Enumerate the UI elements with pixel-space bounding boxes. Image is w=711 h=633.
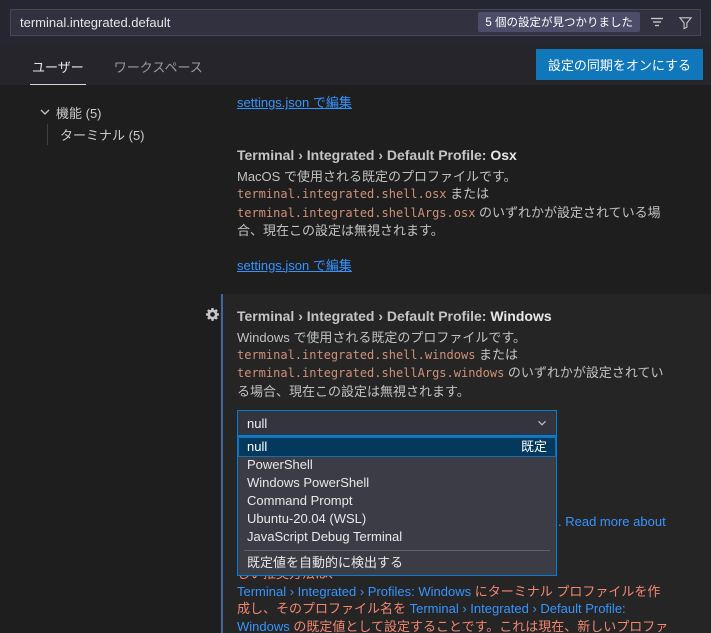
setting-value-area: null null 既定 PowerShell Windows PowerShe… bbox=[237, 410, 693, 633]
results-count-badge: 5 個の設定が見つかりました bbox=[478, 12, 640, 32]
desc-text: Windows で使用される既定のプロファイルです。 bbox=[237, 329, 527, 345]
setting-category: Terminal › Integrated › Default Profile: bbox=[237, 147, 487, 163]
setting-category: Terminal › Integrated › Default Profile: bbox=[237, 307, 487, 324]
default-badge: 既定 bbox=[520, 439, 547, 455]
tree-indent-guide bbox=[47, 124, 48, 145]
profile-select[interactable]: null bbox=[237, 410, 557, 437]
scope-tabs: ユーザー ワークスペース bbox=[30, 44, 205, 85]
setting-default-profile-osx: Terminal › Integrated › Default Profile:… bbox=[237, 147, 693, 274]
profile-select-wrap: null null 既定 PowerShell Windows PowerShe… bbox=[237, 410, 557, 577]
desc-text: または bbox=[446, 186, 490, 202]
settings-sync-button[interactable]: 設定の同期をオンにする bbox=[535, 49, 703, 80]
option-label: null bbox=[247, 439, 268, 455]
dropdown-option-windows-powershell[interactable]: Windows PowerShell bbox=[239, 474, 555, 492]
read-more-link[interactable]: . Read more about bbox=[558, 514, 666, 529]
code-span: terminal.integrated.shell.osx bbox=[237, 187, 447, 202]
dropdown-option-powershell[interactable]: PowerShell bbox=[239, 456, 555, 474]
settings-search-bar: terminal.integrated.default 5 個の設定が見つかりま… bbox=[0, 0, 711, 44]
gear-icon[interactable] bbox=[205, 307, 220, 322]
tab-workspace[interactable]: ワークスペース bbox=[112, 57, 205, 85]
chevron-down-icon bbox=[37, 104, 53, 120]
dropdown-option-null[interactable]: null 既定 bbox=[238, 437, 556, 458]
settings-editor: { "header": { "search_value": "terminal.… bbox=[0, 0, 711, 633]
desc-text: MacOS で使用される既定のプロファイルです。 bbox=[237, 169, 517, 184]
chevron-down-icon bbox=[535, 416, 549, 430]
code-span: terminal.integrated.shellArgs.windows bbox=[237, 366, 505, 381]
toc-item-terminal[interactable]: ターミナル (5) bbox=[0, 123, 220, 145]
filter-lines-icon[interactable] bbox=[646, 12, 668, 32]
settings-list: settings.json で編集 Terminal › Integrated … bbox=[205, 85, 711, 633]
search-input[interactable]: terminal.integrated.default 5 個の設定が見つかりま… bbox=[10, 8, 701, 36]
setting-default-profile-windows: Terminal › Integrated › Default Profile:… bbox=[205, 293, 711, 633]
setting-title: Terminal › Integrated › Default Profile:… bbox=[237, 308, 693, 324]
deprecation-text: の既定値として設定することです。これは現在、新しいプロファイル設定より優先されて… bbox=[293, 619, 669, 633]
tab-user[interactable]: ユーザー bbox=[30, 57, 86, 85]
profile-dropdown: null 既定 PowerShell Windows PowerShell Co… bbox=[237, 436, 557, 577]
search-query-text[interactable]: terminal.integrated.default bbox=[20, 15, 472, 30]
setting-name: Windows bbox=[490, 307, 552, 324]
toc-item-label: 機能 (5) bbox=[56, 105, 102, 121]
setting-name: Osx bbox=[490, 147, 517, 163]
dropdown-option-auto-detect[interactable]: 既定値を自動的に検出する bbox=[239, 554, 555, 572]
settings-toc: 機能 (5) ターミナル (5) bbox=[0, 85, 220, 633]
settings-scope-tabbar: ユーザー ワークスペース 設定の同期をオンにする bbox=[0, 44, 711, 85]
desc-text: または bbox=[475, 347, 519, 363]
dropdown-option-js-debug-terminal[interactable]: JavaScript Debug Terminal bbox=[239, 528, 555, 546]
profiles-windows-link[interactable]: Terminal › Integrated › Profiles: Window… bbox=[237, 584, 471, 599]
toc-item-features[interactable]: 機能 (5) bbox=[0, 101, 220, 123]
code-span: terminal.integrated.shell.windows bbox=[237, 348, 476, 363]
edit-settings-json-link[interactable]: settings.json で編集 bbox=[237, 92, 352, 111]
setting-title: Terminal › Integrated › Default Profile:… bbox=[237, 147, 693, 163]
funnel-filter-icon[interactable] bbox=[674, 12, 696, 32]
code-span: terminal.integrated.shellArgs.osx bbox=[237, 205, 476, 220]
dropdown-separator bbox=[244, 550, 550, 552]
dropdown-option-ubuntu-wsl[interactable]: Ubuntu-20.04 (WSL) bbox=[239, 510, 555, 528]
setting-description: Windows で使用される既定のプロファイルです。 terminal.integ… bbox=[237, 329, 674, 401]
dropdown-option-command-prompt[interactable]: Command Prompt bbox=[239, 492, 555, 510]
setting-description: MacOS で使用される既定のプロファイルです。 terminal.integra… bbox=[237, 168, 674, 240]
select-current-value: null bbox=[247, 415, 268, 431]
toc-item-label: ターミナル (5) bbox=[60, 127, 145, 143]
edit-settings-json-link[interactable]: settings.json で編集 bbox=[237, 255, 352, 274]
settings-main: 機能 (5) ターミナル (5) settings.json で編集 Termi… bbox=[0, 85, 711, 633]
